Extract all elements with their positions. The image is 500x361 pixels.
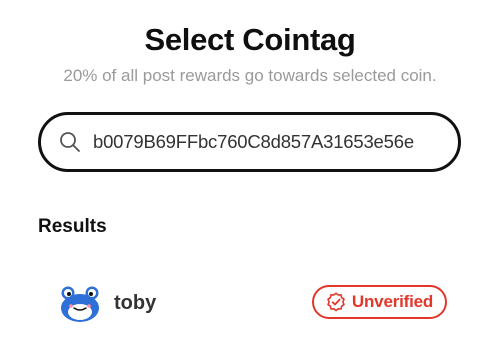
- search-bar[interactable]: [38, 112, 461, 172]
- unverified-badge-icon: [326, 292, 346, 312]
- select-cointag-page: Select Cointag 20% of all post rewards g…: [0, 0, 500, 361]
- page-title: Select Cointag: [144, 22, 356, 57]
- toby-avatar-icon: [58, 284, 102, 324]
- search-input[interactable]: [93, 131, 444, 153]
- results-heading: Results: [38, 216, 107, 237]
- status-label: Unverified: [351, 292, 434, 311]
- coin-name: toby: [114, 292, 157, 314]
- unverified-status-badge: Unverified: [312, 285, 447, 319]
- search-icon: [59, 131, 81, 153]
- page-subtitle: 20% of all post rewards go towards selec…: [63, 66, 437, 85]
- result-item-toby[interactable]: toby Unverified: [38, 272, 461, 334]
